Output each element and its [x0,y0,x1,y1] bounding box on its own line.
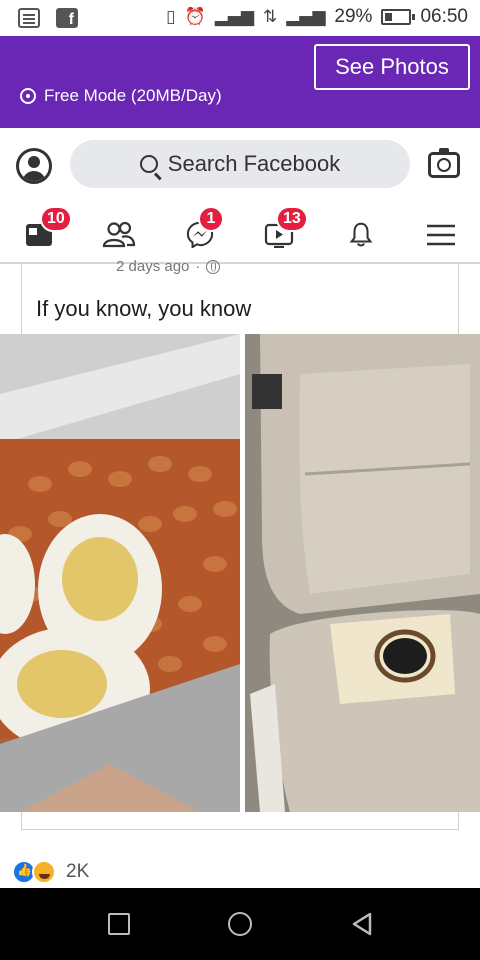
see-photos-button[interactable]: See Photos [314,44,470,90]
post-timestamp[interactable]: 2 days ago [116,258,189,275]
tab-bar: 10 1 13 [0,202,480,264]
search-placeholder: Search Facebook [167,151,341,176]
free-mode-text: Free Mode (20MB/Day) [44,86,222,105]
recent-apps-icon[interactable] [108,913,130,935]
tab-home[interactable]: 10 [22,206,72,254]
tab-messenger[interactable]: 1 [182,206,224,254]
search-row: Search Facebook [0,128,480,202]
reactions-summary[interactable]: 2K [12,860,89,884]
home-badge: 10 [40,206,72,232]
alarm-icon: ⏰ [184,7,206,27]
free-mode-label: Free Mode (20MB/Day) [20,86,222,106]
facebook-app-icon [56,8,78,29]
tab-friends[interactable] [100,214,140,254]
post-text: If you know, you know [36,296,252,321]
system-nav-bar [0,888,480,960]
post-photo[interactable] [0,334,480,812]
battery-icon [381,9,416,25]
search-input[interactable]: Search Facebook [70,140,410,188]
public-globe-icon [206,259,221,274]
messenger-badge: 1 [198,206,224,232]
haha-reaction-icon [32,860,56,884]
back-icon[interactable] [350,912,374,936]
camera-icon[interactable] [428,148,460,178]
tab-notifications[interactable] [344,214,384,254]
post-meta: 2 days ago · [116,258,221,275]
meta-separator: · [195,258,201,275]
clock: 06:50 [420,6,468,27]
free-mode-banner: See Photos Free Mode (20MB/Day) [0,36,480,128]
search-icon [139,155,158,173]
data-icon: ⇅ [262,7,278,27]
post-photo-image [0,334,480,812]
status-bar: ▯ ⏰ ▂▄▆ ⇅ ▂▄▆ 29% 06:50 [0,0,480,36]
battery-text: 29% [334,6,373,27]
home-icon[interactable] [228,912,252,936]
reaction-count: 2K [66,861,90,882]
tab-watch[interactable]: 13 [262,206,308,254]
signal-icon: ▂▄▆ [214,7,254,27]
tab-menu[interactable] [424,214,464,254]
watch-badge: 13 [276,206,308,232]
notifications-bell-icon [349,222,373,247]
menu-icon [427,224,455,246]
signal-icon-2: ▂▄▆ [286,7,326,27]
vibrate-icon: ▯ [166,7,176,27]
data-saver-icon [20,88,36,104]
friends-icon [102,221,136,248]
status-left-icons [18,8,78,29]
status-right: ▯ ⏰ ▂▄▆ ⇅ ▂▄▆ 29% 06:50 [166,6,468,28]
profile-avatar-icon[interactable] [16,148,52,184]
notes-icon [18,8,40,28]
